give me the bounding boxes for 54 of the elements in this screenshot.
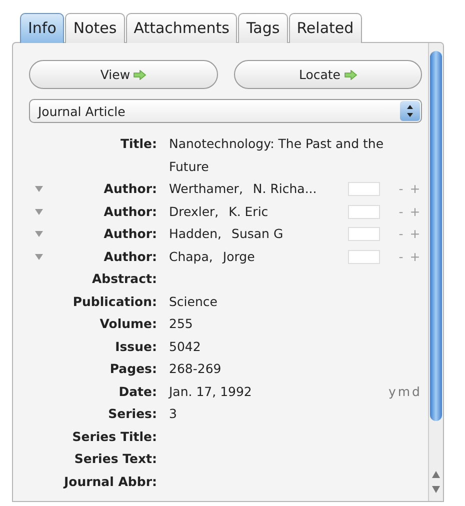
scroll-thumb[interactable] bbox=[430, 51, 442, 421]
author-last-name[interactable]: Werthamer, bbox=[169, 178, 243, 200]
author-first-name[interactable]: Jorge bbox=[222, 246, 255, 268]
tab[interactable]: Attachments bbox=[126, 13, 238, 43]
field-value[interactable]: 255 bbox=[169, 313, 193, 336]
field-label: Author: bbox=[102, 180, 157, 198]
field-label: Author: bbox=[102, 248, 157, 266]
author-first-name[interactable]: N. Richa... bbox=[252, 178, 317, 200]
author-first-name[interactable]: K. Eric bbox=[228, 200, 268, 223]
author-last-name[interactable]: Hadden, bbox=[169, 223, 222, 246]
item-type-select[interactable]: Journal Article bbox=[29, 99, 422, 123]
field-label: Series: bbox=[107, 405, 157, 423]
tab[interactable]: Info bbox=[20, 13, 64, 43]
field-value[interactable]: 3 bbox=[169, 403, 177, 426]
view-button[interactable]: View bbox=[29, 60, 218, 89]
disclosure-icon[interactable] bbox=[35, 231, 43, 238]
author-last-name[interactable]: Chapa, bbox=[169, 246, 213, 268]
author-last-name[interactable]: Drexler, bbox=[169, 200, 219, 223]
date-format-hint: ymd bbox=[388, 382, 422, 401]
field-label: Date: bbox=[118, 382, 157, 400]
tab[interactable]: Notes bbox=[65, 13, 125, 43]
field-label: Author: bbox=[102, 225, 157, 243]
field-value[interactable]: 268-269 bbox=[169, 358, 222, 380]
field-label: Author: bbox=[102, 202, 157, 220]
tab[interactable]: Related bbox=[288, 13, 362, 43]
creator-type-field[interactable] bbox=[348, 182, 380, 196]
disclosure-icon[interactable] bbox=[35, 254, 43, 260]
scroll-up-icon[interactable] bbox=[432, 471, 440, 478]
field-label: Abstract: bbox=[90, 270, 157, 288]
field-label: Title: bbox=[119, 135, 157, 153]
scrollbar[interactable] bbox=[428, 43, 443, 501]
arrow-icon bbox=[344, 70, 357, 80]
field-label: Volume: bbox=[98, 315, 157, 333]
author-first-name[interactable]: Susan G bbox=[232, 223, 284, 246]
field-value[interactable]: Science bbox=[169, 290, 218, 313]
field-label: Publication: bbox=[72, 292, 157, 310]
field-label: Series Text: bbox=[73, 450, 157, 468]
field-label: Journal Abbr: bbox=[62, 472, 157, 490]
field-label: Issue: bbox=[114, 338, 157, 356]
tab[interactable]: Tags bbox=[238, 13, 288, 43]
creator-type-field[interactable] bbox=[348, 227, 380, 242]
stepper-icon bbox=[400, 101, 420, 121]
field-label: Pages: bbox=[108, 360, 157, 378]
disclosure-icon[interactable] bbox=[35, 208, 43, 215]
locate-button[interactable]: Locate bbox=[234, 60, 422, 89]
creator-type-field[interactable] bbox=[348, 204, 380, 219]
disclosure-icon[interactable] bbox=[35, 186, 43, 192]
arrow-icon bbox=[133, 70, 146, 80]
creator-type-field[interactable] bbox=[348, 250, 380, 264]
field-value[interactable]: Nanotechnology: The Past and the Future bbox=[169, 133, 419, 178]
field-value[interactable]: 5042 bbox=[169, 336, 201, 358]
scroll-down-icon[interactable] bbox=[432, 486, 440, 493]
field-label: Series Title: bbox=[71, 428, 157, 446]
field-value[interactable]: Jan. 17, 1992 bbox=[169, 380, 252, 403]
